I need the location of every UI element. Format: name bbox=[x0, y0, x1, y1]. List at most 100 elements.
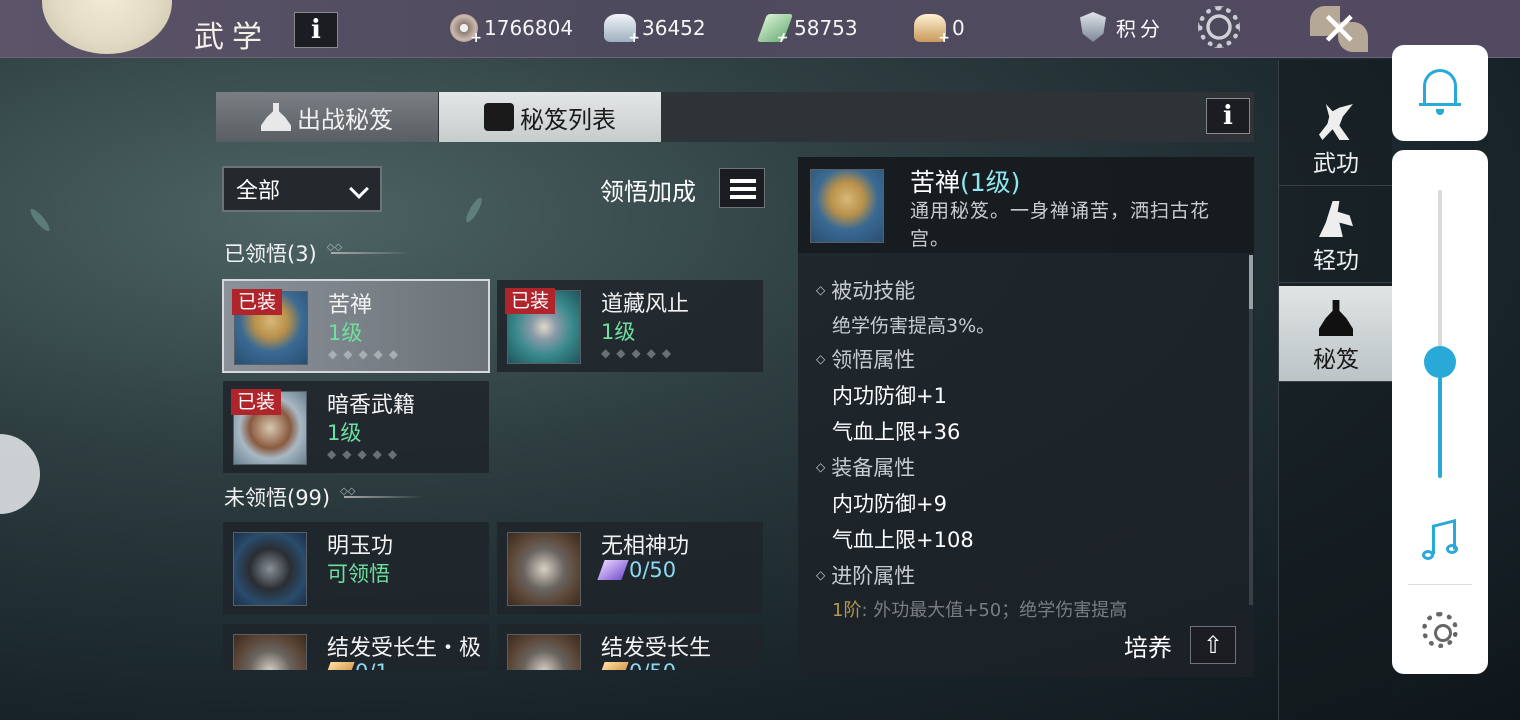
currency-silver[interactable]: + 36452 bbox=[604, 14, 706, 46]
manual-level: 1级 bbox=[327, 421, 362, 445]
right-sidebar: 武功 轻功 秘笈 bbox=[1278, 60, 1393, 720]
detail-description: 通用秘笈。一身禅诵苦，洒扫古花宫。 bbox=[910, 200, 1211, 250]
scrollbar-thumb[interactable] bbox=[1249, 255, 1253, 309]
tab-label: 出战秘笈 bbox=[297, 105, 393, 134]
detail-thumbnail bbox=[810, 169, 884, 243]
manual-name: 结发受长生・极 bbox=[327, 636, 482, 661]
detail-name: 苦禅 bbox=[910, 168, 961, 197]
title-info-button[interactable]: i bbox=[294, 12, 338, 48]
currency-film[interactable]: + 1766804 bbox=[450, 14, 574, 46]
panel-info-button[interactable]: i bbox=[1206, 98, 1250, 134]
manual-card[interactable]: 已装 苦禅 1级 ◆◆◆◆◆ bbox=[222, 279, 490, 373]
manual-name: 苦禅 bbox=[328, 293, 373, 318]
scroll-thumbnail bbox=[507, 634, 581, 670]
list-view-button[interactable] bbox=[719, 168, 765, 208]
category-dropdown[interactable]: 全部 bbox=[222, 166, 382, 212]
manual-card[interactable]: 已装 道藏风止 1级 ◆◆◆◆◆ bbox=[497, 280, 763, 372]
list-icon bbox=[730, 179, 756, 183]
comprehend-stat: 内功防御+1 bbox=[832, 384, 947, 408]
section-label: 未领悟(99) bbox=[224, 486, 331, 510]
section-divider bbox=[340, 486, 425, 498]
meditation-icon bbox=[261, 103, 291, 131]
gear-ring-icon[interactable] bbox=[1198, 6, 1240, 48]
manual-detail-panel: 苦禅(1级) 通用秘笈。一身禅诵苦，洒扫古花宫。 被动技能 绝学伤害提高3%。 … bbox=[798, 157, 1254, 677]
sidebar-label: 轻功 bbox=[1313, 248, 1359, 274]
gold-fragment-icon bbox=[323, 662, 355, 670]
comprehend-header: 领悟属性 bbox=[816, 344, 1236, 374]
manual-card[interactable]: 已装 暗香武籍 1级 ◆◆◆◆◆ bbox=[223, 381, 489, 473]
manual-card[interactable]: 结发受长生・极 0/1 bbox=[223, 624, 489, 670]
page-title: 武学 bbox=[194, 20, 270, 55]
fragment-progress: 0/50 bbox=[597, 660, 676, 670]
music-note-icon[interactable] bbox=[1422, 519, 1458, 560]
gear-icon[interactable] bbox=[1422, 612, 1458, 648]
shield-icon bbox=[1080, 12, 1106, 42]
section-divider bbox=[327, 242, 411, 254]
manual-name: 道藏风止 bbox=[601, 292, 690, 317]
comprehend-stat: 气血上限+36 bbox=[832, 420, 961, 444]
list-clip: 结发受长生・极 0/1 结发受长生 0/50 bbox=[216, 620, 776, 670]
gold-fragment-icon bbox=[597, 662, 629, 670]
sidebar-label: 武功 bbox=[1313, 151, 1359, 177]
equip-stat: 内功防御+9 bbox=[832, 492, 947, 516]
scroll-thumbnail bbox=[507, 532, 581, 606]
volume-slider-fill bbox=[1438, 362, 1442, 478]
bell-base bbox=[1419, 103, 1461, 106]
volume-slider-knob[interactable] bbox=[1424, 346, 1456, 378]
advance-desc: : 外功最大值+50；绝学伤害提高 bbox=[861, 600, 1128, 621]
comprehension-bonus-label: 领悟加成 bbox=[600, 178, 696, 206]
currency-value: 58753 bbox=[794, 16, 858, 40]
manual-card[interactable]: 无相神功 0/50 bbox=[497, 522, 763, 614]
film-reel-currency-icon: + bbox=[450, 14, 482, 46]
moon-decoration bbox=[42, 0, 172, 54]
scroll-thumbnail bbox=[233, 634, 307, 670]
progress-value: 0/1 bbox=[355, 660, 389, 670]
dropdown-value: 全部 bbox=[236, 179, 281, 204]
advance-header: 进阶属性 bbox=[816, 560, 1236, 590]
tab-bar: 出战秘笈 秘笈列表 bbox=[216, 92, 1254, 142]
silver-ingot-currency-icon: + bbox=[604, 14, 640, 46]
sidebar-item-qinggong[interactable]: 轻功 bbox=[1279, 187, 1393, 283]
manual-status: 可领悟 bbox=[327, 562, 390, 586]
manual-name: 明玉功 bbox=[327, 534, 394, 559]
advance-tier: 1阶 bbox=[832, 600, 862, 621]
top-bar: 武学 i + 1766804 + 36452 + 58753 + 0 积分 ✕ bbox=[0, 0, 1520, 58]
equip-stat: 气血上限+108 bbox=[832, 528, 974, 552]
fragment-progress: 0/1 bbox=[323, 660, 389, 670]
manual-name: 暗香武籍 bbox=[327, 393, 416, 418]
currency-value: 0 bbox=[952, 16, 965, 40]
tab-manual-list[interactable]: 秘笈列表 bbox=[439, 92, 661, 142]
scroll-thumbnail bbox=[233, 532, 307, 606]
star-rating: ◆◆◆◆◆ bbox=[601, 346, 678, 360]
detail-scrollbar[interactable] bbox=[1249, 255, 1253, 605]
section-label: 已领悟(3) bbox=[224, 242, 317, 266]
sidebar-label: 秘笈 bbox=[1313, 347, 1359, 373]
manual-card[interactable]: 明玉功 可领悟 bbox=[223, 522, 489, 614]
sidebar-item-martial[interactable]: 武功 bbox=[1279, 90, 1393, 186]
bell-icon bbox=[1423, 69, 1457, 105]
equip-header: 装备属性 bbox=[816, 452, 1236, 482]
currency-jade[interactable]: + 58753 bbox=[756, 14, 858, 46]
section-unlearned: 未领悟(99) bbox=[224, 482, 425, 512]
decor-leaf bbox=[463, 195, 485, 225]
tab-deployed-manuals[interactable]: 出战秘笈 bbox=[216, 92, 438, 142]
detail-header: 苦禅(1级) 通用秘笈。一身禅诵苦，洒扫古花宫。 bbox=[798, 157, 1254, 253]
divider bbox=[1408, 584, 1472, 585]
star-rating: ◆◆◆◆◆ bbox=[327, 447, 404, 461]
section-learned: 已领悟(3) bbox=[224, 238, 411, 268]
close-icon: ✕ bbox=[1320, 2, 1359, 56]
running-figure-icon bbox=[1319, 201, 1353, 237]
close-button[interactable]: ✕ bbox=[1300, 2, 1380, 58]
side-floating-button[interactable] bbox=[0, 434, 40, 514]
currency-value: 36452 bbox=[642, 16, 706, 40]
notification-button[interactable] bbox=[1392, 45, 1488, 141]
detail-level: (1级) bbox=[960, 168, 1021, 197]
sidebar-item-manuals[interactable]: 秘笈 bbox=[1279, 286, 1393, 382]
manual-name: 无相神功 bbox=[601, 534, 690, 559]
currency-gold[interactable]: + 0 bbox=[914, 14, 965, 46]
manual-card[interactable]: 结发受长生 0/50 bbox=[497, 624, 763, 670]
progress-value: 0/50 bbox=[629, 660, 676, 670]
currency-value: 1766804 bbox=[484, 16, 574, 40]
train-button[interactable]: ⇧ bbox=[1190, 626, 1236, 664]
score-button[interactable]: 积分 bbox=[1080, 12, 1164, 42]
